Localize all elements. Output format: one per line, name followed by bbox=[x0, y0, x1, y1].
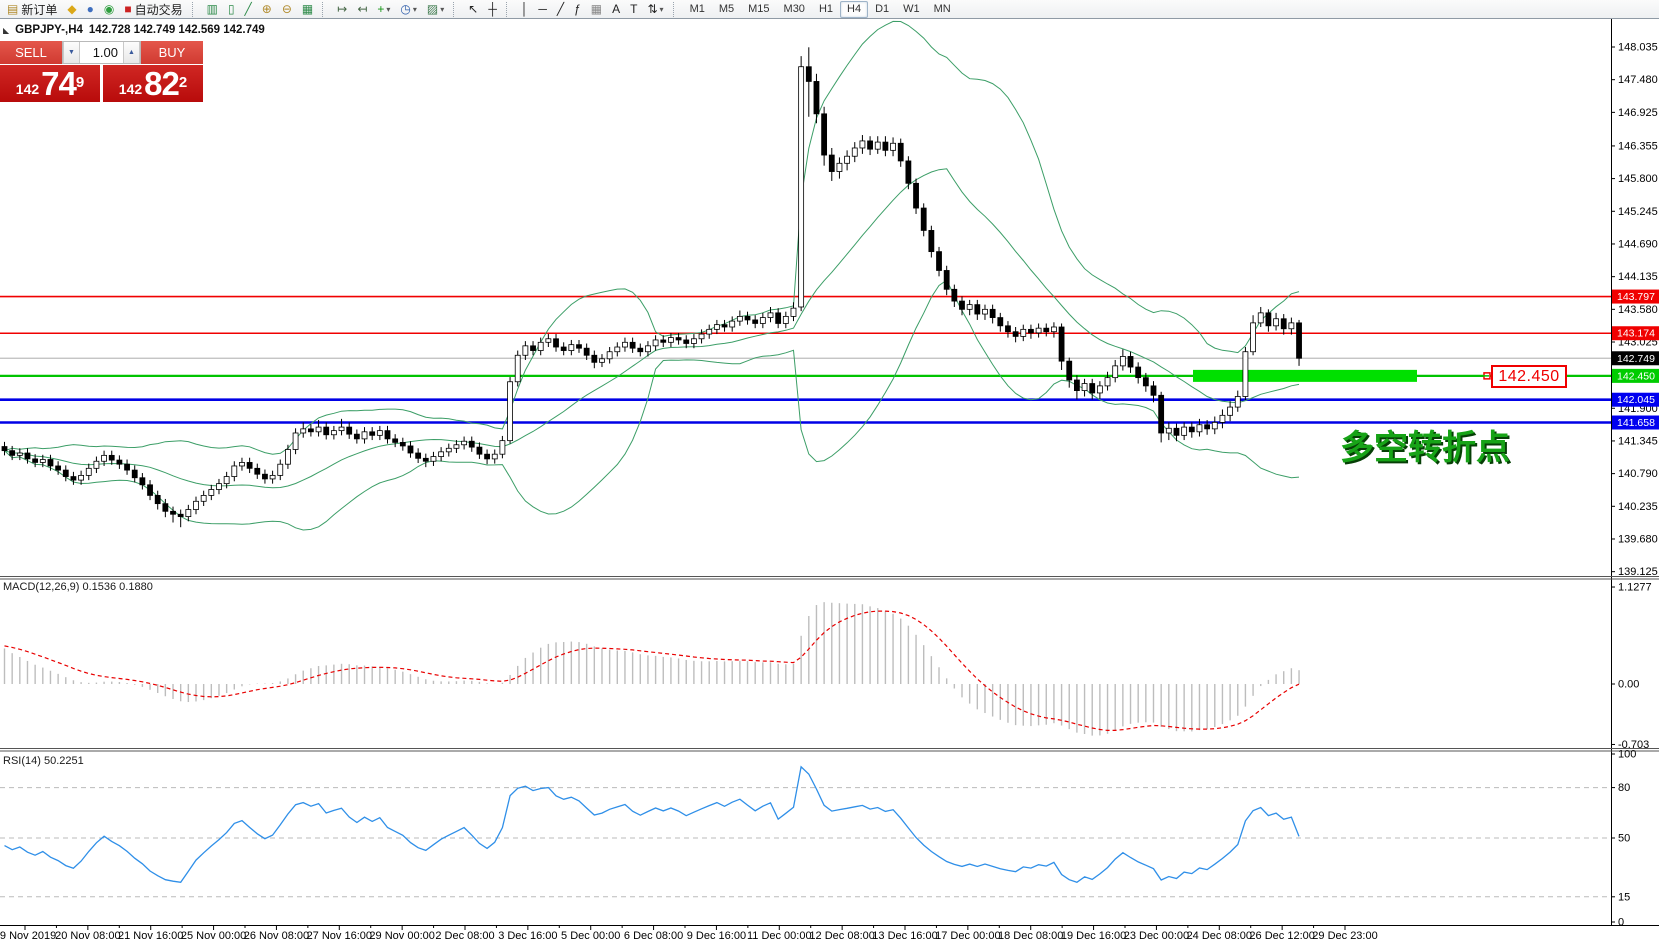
sell-price-button[interactable]: 142 74 9 bbox=[0, 65, 100, 102]
buy-price-prefix: 142 bbox=[119, 79, 142, 99]
rsi-pane[interactable] bbox=[0, 767, 1611, 897]
svg-text:23 Dec 00:00: 23 Dec 00:00 bbox=[1124, 930, 1189, 942]
svg-text:0: 0 bbox=[1618, 917, 1624, 929]
svg-text:11 Dec 00:00: 11 Dec 00:00 bbox=[747, 930, 812, 942]
svg-text:19 Nov 2019: 19 Nov 2019 bbox=[0, 930, 56, 942]
chart-title: ◣ GBPJPY-,H4 142.728 142.749 142.569 142… bbox=[3, 24, 265, 36]
buy-price-big: 82 bbox=[144, 69, 179, 99]
svg-text:142.045: 142.045 bbox=[1617, 394, 1655, 406]
svg-text:1.1277: 1.1277 bbox=[1618, 582, 1652, 594]
svg-text:146.925: 146.925 bbox=[1618, 107, 1658, 119]
volume-value[interactable]: 1.00 bbox=[80, 42, 123, 63]
svg-text:29 Dec 23:00: 29 Dec 23:00 bbox=[1312, 930, 1377, 942]
price-axis[interactable]: 148.035 147.480 146.925 146.355 145.800 145.2… bbox=[1611, 42, 1659, 929]
symbol-period: GBPJPY-,H4 bbox=[15, 24, 83, 36]
candles-layer bbox=[2, 47, 1302, 527]
rsi-label: RSI(14) 50.2251 bbox=[3, 755, 84, 767]
svg-text:29 Nov 00:00: 29 Nov 00:00 bbox=[369, 930, 434, 942]
svg-text:80: 80 bbox=[1618, 782, 1630, 794]
svg-text:21 Nov 16:00: 21 Nov 16:00 bbox=[118, 930, 183, 942]
svg-text:25 Nov 00:00: 25 Nov 00:00 bbox=[181, 930, 246, 942]
svg-text:142.450: 142.450 bbox=[1617, 370, 1655, 382]
svg-text:12 Dec 08:00: 12 Dec 08:00 bbox=[809, 930, 874, 942]
svg-text:5 Dec 00:00: 5 Dec 00:00 bbox=[561, 930, 620, 942]
svg-text:26 Nov 08:00: 26 Nov 08:00 bbox=[244, 930, 309, 942]
svg-text:2 Dec 08:00: 2 Dec 08:00 bbox=[435, 930, 494, 942]
svg-text:15: 15 bbox=[1618, 891, 1630, 903]
svg-text:9 Dec 16:00: 9 Dec 16:00 bbox=[687, 930, 746, 942]
svg-text:143.174: 143.174 bbox=[1617, 328, 1655, 340]
svg-text:6 Dec 08:00: 6 Dec 08:00 bbox=[624, 930, 683, 942]
svg-text:27 Nov 16:00: 27 Nov 16:00 bbox=[307, 930, 372, 942]
price-level-label[interactable]: 142.450 bbox=[1491, 365, 1567, 388]
bollinger-band-l bbox=[5, 280, 1300, 530]
svg-text:19 Dec 16:00: 19 Dec 16:00 bbox=[1061, 930, 1126, 942]
svg-text:50: 50 bbox=[1618, 833, 1630, 845]
svg-text:0.00: 0.00 bbox=[1618, 679, 1639, 691]
buy-button[interactable]: BUY bbox=[141, 41, 203, 64]
svg-text:144.135: 144.135 bbox=[1618, 271, 1658, 283]
volume-stepper[interactable]: ▼ 1.00 ▲ bbox=[62, 41, 141, 64]
svg-text:145.245: 145.245 bbox=[1618, 206, 1658, 218]
svg-text:144.690: 144.690 bbox=[1618, 238, 1658, 250]
macd-label: MACD(12,26,9) 0.1536 0.1880 bbox=[3, 581, 153, 593]
sell-price-sup: 9 bbox=[76, 65, 84, 101]
svg-text:24 Dec 08:00: 24 Dec 08:00 bbox=[1187, 930, 1252, 942]
svg-text:140.235: 140.235 bbox=[1618, 501, 1658, 513]
svg-text:140.790: 140.790 bbox=[1618, 468, 1658, 480]
svg-text:139.125: 139.125 bbox=[1618, 566, 1658, 578]
svg-text:100: 100 bbox=[1618, 749, 1636, 761]
svg-text:13 Dec 16:00: 13 Dec 16:00 bbox=[872, 930, 937, 942]
volume-down-icon[interactable]: ▼ bbox=[63, 42, 80, 63]
svg-text:143.580: 143.580 bbox=[1618, 304, 1658, 316]
svg-text:139.680: 139.680 bbox=[1618, 533, 1658, 545]
svg-text:148.035: 148.035 bbox=[1618, 42, 1658, 54]
svg-text:142.749: 142.749 bbox=[1617, 353, 1655, 365]
svg-text:3 Dec 16:00: 3 Dec 16:00 bbox=[498, 930, 557, 942]
buy-price-button[interactable]: 142 82 2 bbox=[103, 65, 203, 102]
chart-canvas[interactable]: 148.035 147.480 146.925 146.355 145.800 145.2… bbox=[0, 0, 1659, 946]
svg-text:146.355: 146.355 bbox=[1618, 140, 1658, 152]
macd-pane[interactable] bbox=[5, 602, 1300, 735]
chart-annotation-text[interactable]: 多空转折点 bbox=[1340, 420, 1510, 469]
svg-text:17 Dec 00:00: 17 Dec 00:00 bbox=[935, 930, 1000, 942]
time-axis[interactable]: 19 Nov 201920 Nov 08:0021 Nov 16:0025 No… bbox=[0, 925, 1378, 942]
chart-corner-icon: ◣ bbox=[3, 26, 9, 35]
mt4-window: ▤新订单◆●◉■自动交易▥▯╱⊕⊖▦↦↤+▾◷▾▨▾↖┼│─╱ƒ▦AT⇅▾M1M… bbox=[0, 0, 1659, 946]
buy-price-sup: 2 bbox=[179, 65, 187, 101]
one-click-trade-panel: SELL ▼ 1.00 ▲ BUY 142 74 9 142 82 2 bbox=[0, 41, 203, 102]
sell-price-big: 74 bbox=[41, 69, 76, 99]
volume-up-icon[interactable]: ▲ bbox=[123, 42, 140, 63]
bollinger-band-m bbox=[5, 169, 1300, 488]
svg-text:18 Dec 08:00: 18 Dec 08:00 bbox=[998, 930, 1063, 942]
svg-text:145.800: 145.800 bbox=[1618, 173, 1658, 185]
svg-text:26 Dec 12:00: 26 Dec 12:00 bbox=[1249, 930, 1314, 942]
svg-text:20 Nov 08:00: 20 Nov 08:00 bbox=[55, 930, 120, 942]
ohlc-values: 142.728 142.749 142.569 142.749 bbox=[89, 24, 265, 36]
svg-text:141.345: 141.345 bbox=[1618, 435, 1658, 447]
sell-button[interactable]: SELL bbox=[0, 41, 62, 64]
sell-price-prefix: 142 bbox=[16, 79, 39, 99]
svg-text:143.797: 143.797 bbox=[1617, 291, 1655, 303]
svg-text:141.658: 141.658 bbox=[1617, 417, 1655, 429]
svg-text:147.480: 147.480 bbox=[1618, 74, 1658, 86]
